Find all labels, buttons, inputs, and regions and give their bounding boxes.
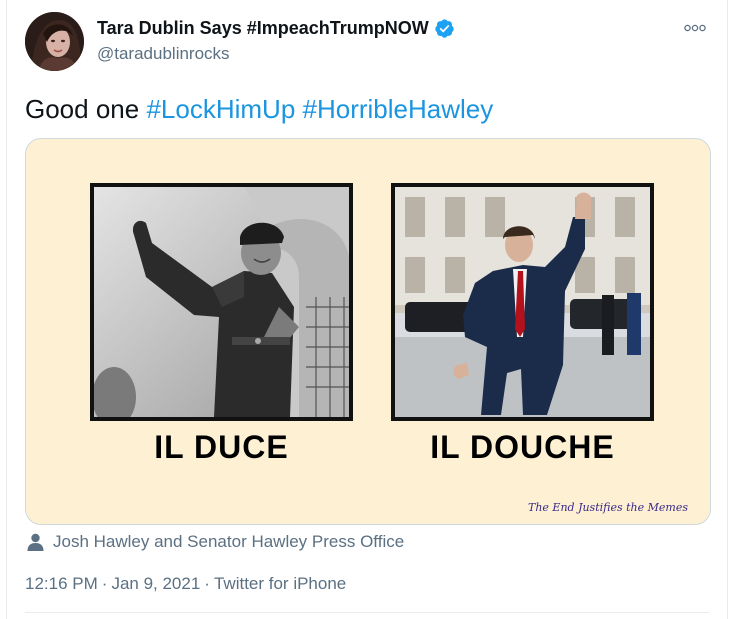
meme-watermark: The End Justifies the Memes	[527, 501, 688, 514]
caption-il-douche: IL DOUCHE	[430, 429, 615, 465]
more-options-button[interactable]	[683, 20, 707, 36]
meta-separator: ·	[204, 574, 210, 593]
hawley-photo	[395, 187, 650, 417]
author-handle[interactable]: @taradublinrocks	[97, 44, 230, 64]
tweet-source[interactable]: Twitter for iPhone	[214, 574, 346, 593]
meme-photo-left	[90, 183, 353, 421]
hashtag-lockhimup[interactable]: #LockHimUp	[146, 94, 295, 124]
hashtag-horriblehawley[interactable]: #HorribleHawley	[303, 94, 494, 124]
caption-il-duce: IL DUCE	[154, 429, 289, 465]
avatar-image	[25, 12, 84, 71]
tweet-text: Good one #LockHimUp #HorribleHawley	[25, 92, 493, 126]
more-options-icon	[684, 24, 706, 32]
tweet-media-image[interactable]: IL DUCE IL DOUCHE The End Justifies the …	[25, 138, 711, 525]
author-name-row[interactable]: Tara Dublin Says #ImpeachTrumpNOW	[97, 18, 455, 39]
divider	[25, 612, 709, 613]
tweet-card: Tara Dublin Says #ImpeachTrumpNOW @tarad…	[6, 0, 728, 619]
meme-photo-right	[391, 183, 654, 421]
tweet-metadata: 12:16 PM · Jan 9, 2021 · Twitter for iPhone	[25, 574, 346, 594]
mussolini-photo	[94, 187, 349, 417]
tweet-text-plain: Good one	[25, 94, 140, 124]
avatar[interactable]	[25, 12, 84, 71]
person-icon	[27, 533, 44, 551]
media-credit: Josh Hawley and Senator Hawley Press Off…	[27, 532, 404, 552]
author-display-name[interactable]: Tara Dublin Says #ImpeachTrumpNOW	[97, 18, 429, 39]
meta-separator: ·	[101, 574, 108, 593]
verified-badge-icon	[435, 19, 454, 38]
media-credit-text[interactable]: Josh Hawley and Senator Hawley Press Off…	[53, 532, 404, 552]
tweet-time[interactable]: 12:16 PM	[25, 574, 98, 593]
tweet-date[interactable]: Jan 9, 2021	[111, 574, 200, 593]
